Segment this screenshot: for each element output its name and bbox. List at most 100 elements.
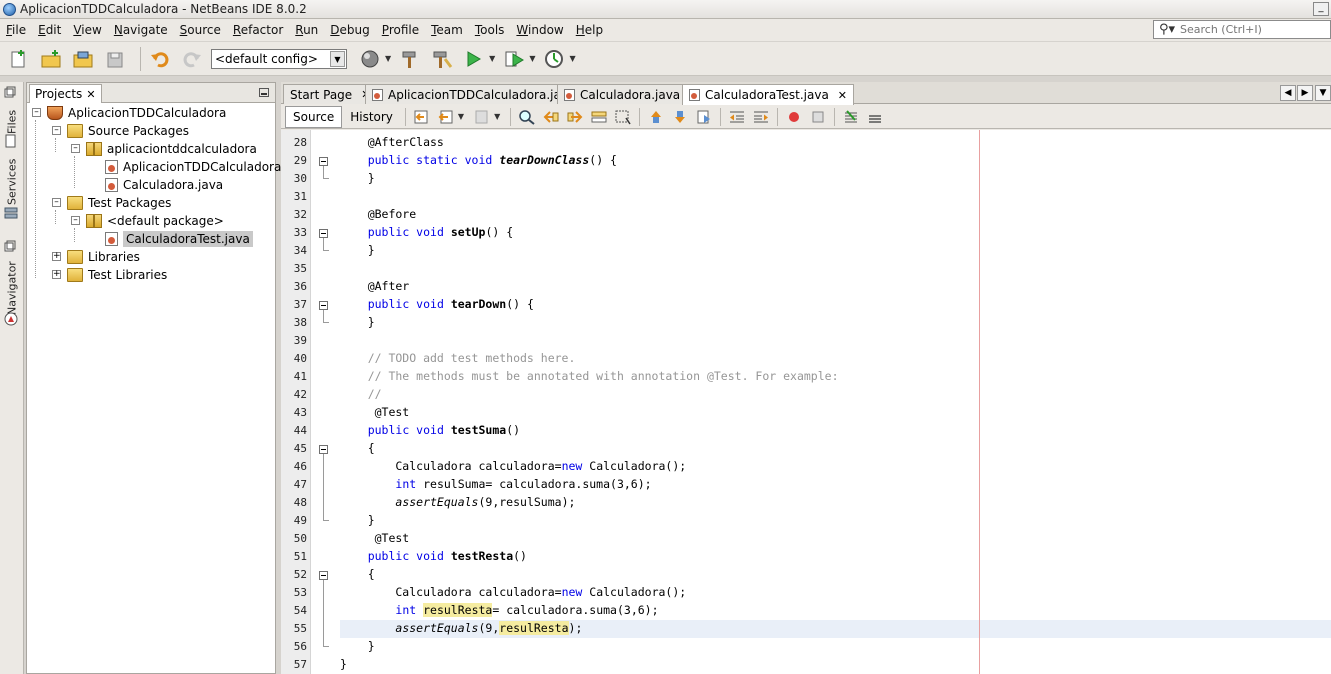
menu-help[interactable]: Help: [570, 23, 609, 37]
tree-project-root[interactable]: – AplicacionTDDCalculadora: [29, 104, 226, 122]
run-dropdown-icon[interactable]: ▼: [489, 54, 495, 63]
forward-dropdown-icon[interactable]: ▼: [494, 112, 500, 121]
toggle-highlight-icon[interactable]: [590, 109, 608, 125]
minimize-button[interactable]: _: [1313, 2, 1329, 16]
code-editor[interactable]: 28 @AfterClass 29 public static void tea…: [281, 130, 1331, 674]
last-edit-icon[interactable]: [413, 109, 431, 125]
tree-source-packages[interactable]: – Source Packages: [49, 122, 189, 140]
debug-dropdown-icon[interactable]: ▼: [529, 54, 535, 63]
navigator-tab[interactable]: Navigator: [2, 258, 22, 318]
search-icon[interactable]: ⚲▾: [1154, 21, 1180, 38]
menu-view[interactable]: View: [67, 23, 107, 37]
menu-team[interactable]: Team: [425, 23, 469, 37]
menu-window[interactable]: Window: [510, 23, 569, 37]
menu-profile[interactable]: Profile: [376, 23, 425, 37]
menu-source[interactable]: Source: [174, 23, 227, 37]
line-number: 46: [293, 460, 307, 473]
toggle-rect-selection-icon[interactable]: [614, 109, 632, 125]
config-select[interactable]: <default config> ▼: [211, 48, 347, 69]
window-restore-icon-2[interactable]: [4, 240, 18, 254]
fold-toggle-icon[interactable]: [319, 301, 328, 310]
expand-toggle[interactable]: +: [52, 270, 61, 279]
tree-test-libraries[interactable]: + Test Libraries: [49, 266, 167, 284]
undo-icon[interactable]: [147, 46, 173, 72]
source-tab[interactable]: Source: [285, 105, 343, 128]
line-number: 33: [293, 226, 307, 239]
menu-tools[interactable]: Tools: [469, 23, 511, 37]
start-macro-icon[interactable]: [785, 109, 803, 125]
tree-package[interactable]: – aplicaciontddcalculadora: [68, 140, 257, 158]
back-dropdown-icon[interactable]: ▼: [458, 112, 464, 121]
menu-debug[interactable]: Debug: [324, 23, 375, 37]
collapse-toggle[interactable]: –: [71, 216, 80, 225]
tree-default-package[interactable]: – <default package>: [68, 212, 224, 230]
new-project-icon[interactable]: [38, 46, 64, 72]
history-tab[interactable]: History: [342, 106, 401, 128]
expand-toggle[interactable]: +: [52, 252, 61, 261]
save-all-icon[interactable]: [102, 46, 128, 72]
files-icon: [4, 134, 18, 148]
stop-macro-icon[interactable]: [809, 109, 827, 125]
collapse-toggle[interactable]: –: [52, 126, 61, 135]
shift-right-icon[interactable]: [752, 109, 770, 125]
uncomment-icon[interactable]: [866, 109, 884, 125]
toggle-bookmark-icon[interactable]: [695, 109, 713, 125]
tab-start-page[interactable]: Start Page ✕: [283, 84, 378, 104]
menu-file[interactable]: File: [0, 23, 32, 37]
line-number: 36: [293, 280, 307, 293]
clean-build-icon[interactable]: [429, 46, 455, 72]
search-input[interactable]: [1180, 23, 1330, 36]
toolbar-separator: [639, 107, 641, 126]
tree-file-test[interactable]: CalculadoraTest.java: [105, 230, 253, 248]
forward-icon[interactable]: [473, 109, 491, 125]
close-icon[interactable]: ✕: [838, 89, 847, 102]
scroll-tabs-right-icon[interactable]: ▶: [1297, 85, 1313, 101]
collapse-toggle[interactable]: –: [52, 198, 61, 207]
show-opened-documents-icon[interactable]: ▼: [1315, 85, 1331, 101]
run-icon[interactable]: [461, 46, 487, 72]
redo-icon[interactable]: [179, 46, 205, 72]
debug-icon[interactable]: [501, 46, 527, 72]
previous-bookmark-icon[interactable]: [647, 109, 665, 125]
tab-calculadora-test[interactable]: CalculadoraTest.java ✕: [682, 84, 855, 105]
tree-label-selected: CalculadoraTest.java: [123, 231, 253, 247]
navigator-compass-icon: [4, 312, 18, 326]
fold-toggle-icon[interactable]: [319, 445, 328, 454]
find-next-icon[interactable]: [566, 109, 584, 125]
minimize-panel-icon[interactable]: [259, 88, 269, 97]
dropdown-arrow-icon[interactable]: ▼: [385, 54, 391, 63]
fold-toggle-icon[interactable]: [319, 229, 328, 238]
profile-dropdown-icon[interactable]: ▼: [569, 54, 575, 63]
scroll-tabs-left-icon[interactable]: ◀: [1280, 85, 1296, 101]
menu-refactor[interactable]: Refactor: [227, 23, 289, 37]
close-icon[interactable]: ✕: [86, 88, 95, 101]
find-icon[interactable]: [518, 109, 536, 125]
open-project-icon[interactable]: [70, 46, 96, 72]
tree-file-calculadora[interactable]: Calculadora.java: [105, 176, 223, 194]
fold-toggle-icon[interactable]: [319, 157, 328, 166]
build-hammer-icon[interactable]: [397, 46, 423, 72]
tree-file-main[interactable]: AplicacionTDDCalculadora.java: [105, 158, 310, 176]
tree-libraries[interactable]: + Libraries: [49, 248, 140, 266]
new-file-icon[interactable]: [6, 46, 32, 72]
find-previous-icon[interactable]: [542, 109, 560, 125]
menu-navigate[interactable]: Navigate: [108, 23, 174, 37]
window-restore-icon[interactable]: [4, 86, 18, 100]
shift-left-icon[interactable]: [728, 109, 746, 125]
collapse-toggle[interactable]: –: [71, 144, 80, 153]
tree-test-packages[interactable]: – Test Packages: [49, 194, 171, 212]
profile-icon[interactable]: [541, 46, 567, 72]
menu-run[interactable]: Run: [289, 23, 324, 37]
menu-edit[interactable]: Edit: [32, 23, 67, 37]
projects-tab[interactable]: Projects ✕: [29, 84, 102, 103]
services-tab[interactable]: Services: [2, 156, 22, 208]
next-bookmark-icon[interactable]: [671, 109, 689, 125]
collapse-toggle[interactable]: –: [32, 108, 41, 117]
code-text: }: [340, 639, 375, 653]
project-cup-icon: [47, 106, 63, 120]
line-number: 49: [293, 514, 307, 527]
back-icon[interactable]: [437, 109, 455, 125]
comment-icon[interactable]: [842, 109, 860, 125]
fold-toggle-icon[interactable]: [319, 571, 328, 580]
globe-icon[interactable]: [357, 46, 383, 72]
